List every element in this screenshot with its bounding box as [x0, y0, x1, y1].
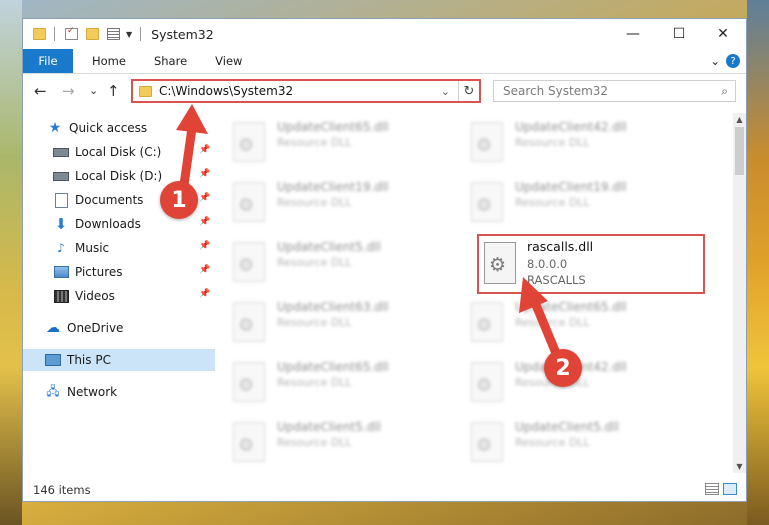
- step-2-badge: 2: [544, 349, 582, 387]
- annotation-arrows: [176, 104, 563, 363]
- arrow-to-rascalls-file: [519, 277, 563, 363]
- step-1-badge: 1: [160, 181, 198, 219]
- arrow-to-address-bar: [176, 104, 208, 190]
